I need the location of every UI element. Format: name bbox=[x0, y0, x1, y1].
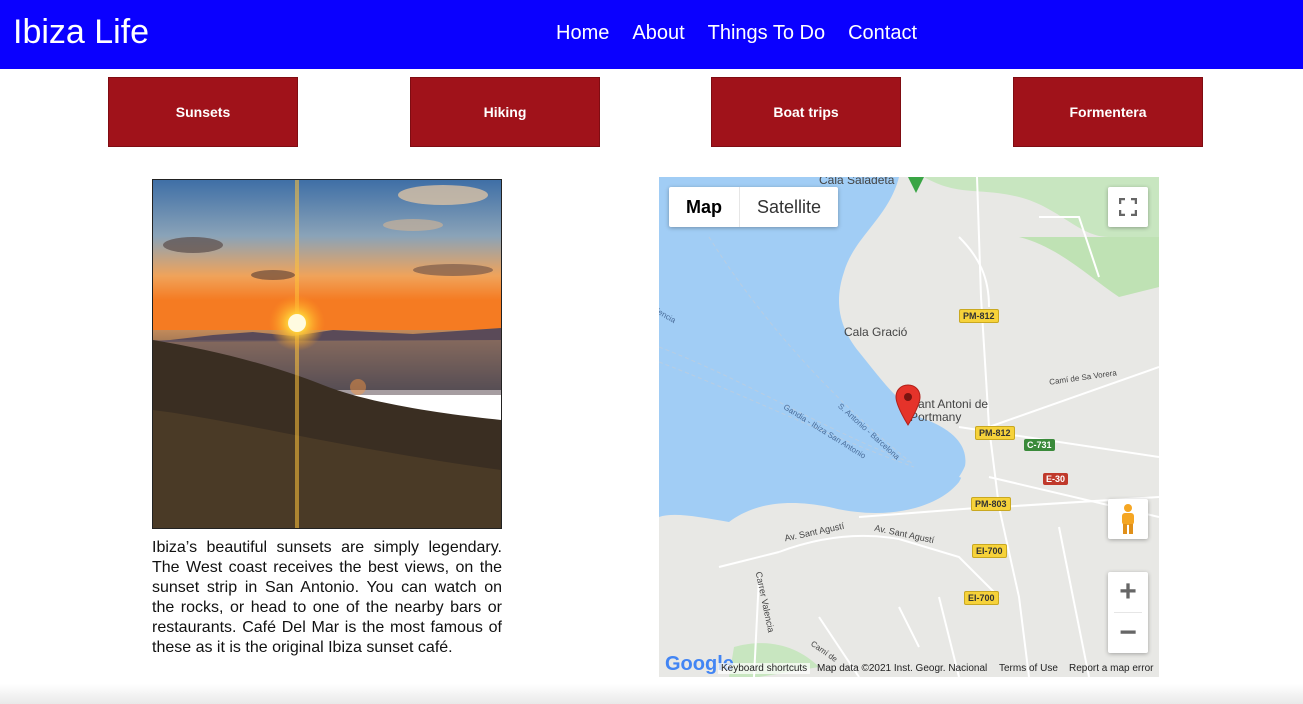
terms-of-use-link[interactable]: Terms of Use bbox=[999, 663, 1058, 674]
keyboard-shortcuts-link[interactable]: Keyboard shortcuts bbox=[718, 663, 811, 674]
green-place-pin-icon[interactable] bbox=[906, 177, 926, 195]
main-nav: Home About Things To Do Contact bbox=[556, 19, 940, 47]
category-boat-trips-button[interactable]: Boat trips bbox=[711, 77, 901, 147]
fullscreen-button[interactable] bbox=[1108, 187, 1148, 227]
map-type-satellite-button[interactable]: Satellite bbox=[740, 187, 838, 227]
place-label: Cala Gració bbox=[844, 325, 908, 339]
nav-things-to-do[interactable]: Things To Do bbox=[708, 19, 825, 47]
map-data-attribution: Map data ©2021 Inst. Geogr. Nacional bbox=[817, 663, 988, 674]
sunset-photo bbox=[152, 179, 502, 529]
road-shield: EI-700 bbox=[964, 591, 999, 605]
map-type-map-button[interactable]: Map bbox=[669, 187, 740, 227]
category-sunsets-button[interactable]: Sunsets bbox=[108, 77, 298, 147]
road-shield: PM-812 bbox=[959, 309, 999, 323]
place-label: Cala Saladeta bbox=[819, 177, 895, 187]
zoom-control: + − bbox=[1108, 572, 1148, 653]
sunset-photo-graphic bbox=[153, 180, 501, 528]
place-label: Sant Antoni de Portmany bbox=[910, 397, 989, 424]
map-pin-icon[interactable] bbox=[895, 384, 921, 426]
pegman-icon bbox=[1122, 504, 1134, 534]
site-title[interactable]: Ibiza Life bbox=[13, 12, 149, 52]
road-shield: EI-700 bbox=[972, 544, 1007, 558]
road-shield: C-731 bbox=[1024, 439, 1055, 451]
zoom-out-button[interactable]: − bbox=[1108, 613, 1148, 653]
page-bottom-shadow bbox=[0, 684, 1303, 704]
road-shield: PM-812 bbox=[975, 426, 1015, 440]
category-formentera-button[interactable]: Formentera bbox=[1013, 77, 1203, 147]
map-canvas[interactable] bbox=[659, 177, 1159, 677]
nav-home[interactable]: Home bbox=[556, 19, 609, 47]
road-shield: PM-803 bbox=[971, 497, 1011, 511]
embedded-map[interactable]: Cala Saladeta Cala Gració Sant Antoni de… bbox=[659, 177, 1159, 677]
category-hiking-button[interactable]: Hiking bbox=[410, 77, 600, 147]
sunset-description: Ibiza’s beautiful sunsets are simply leg… bbox=[152, 539, 502, 656]
map-attribution: Google Keyboard shortcuts Map data ©2021… bbox=[659, 653, 1159, 677]
zoom-in-button[interactable]: + bbox=[1108, 572, 1148, 612]
fullscreen-icon bbox=[1119, 198, 1137, 216]
road-shield: E-30 bbox=[1043, 473, 1069, 485]
nav-about[interactable]: About bbox=[632, 19, 684, 47]
site-header: Ibiza Life Home About Things To Do Conta… bbox=[0, 0, 1303, 69]
street-view-button[interactable] bbox=[1108, 499, 1148, 539]
nav-contact[interactable]: Contact bbox=[848, 19, 917, 47]
report-map-error-link[interactable]: Report a map error bbox=[1069, 663, 1153, 674]
map-type-toggle: Map Satellite bbox=[669, 187, 839, 227]
